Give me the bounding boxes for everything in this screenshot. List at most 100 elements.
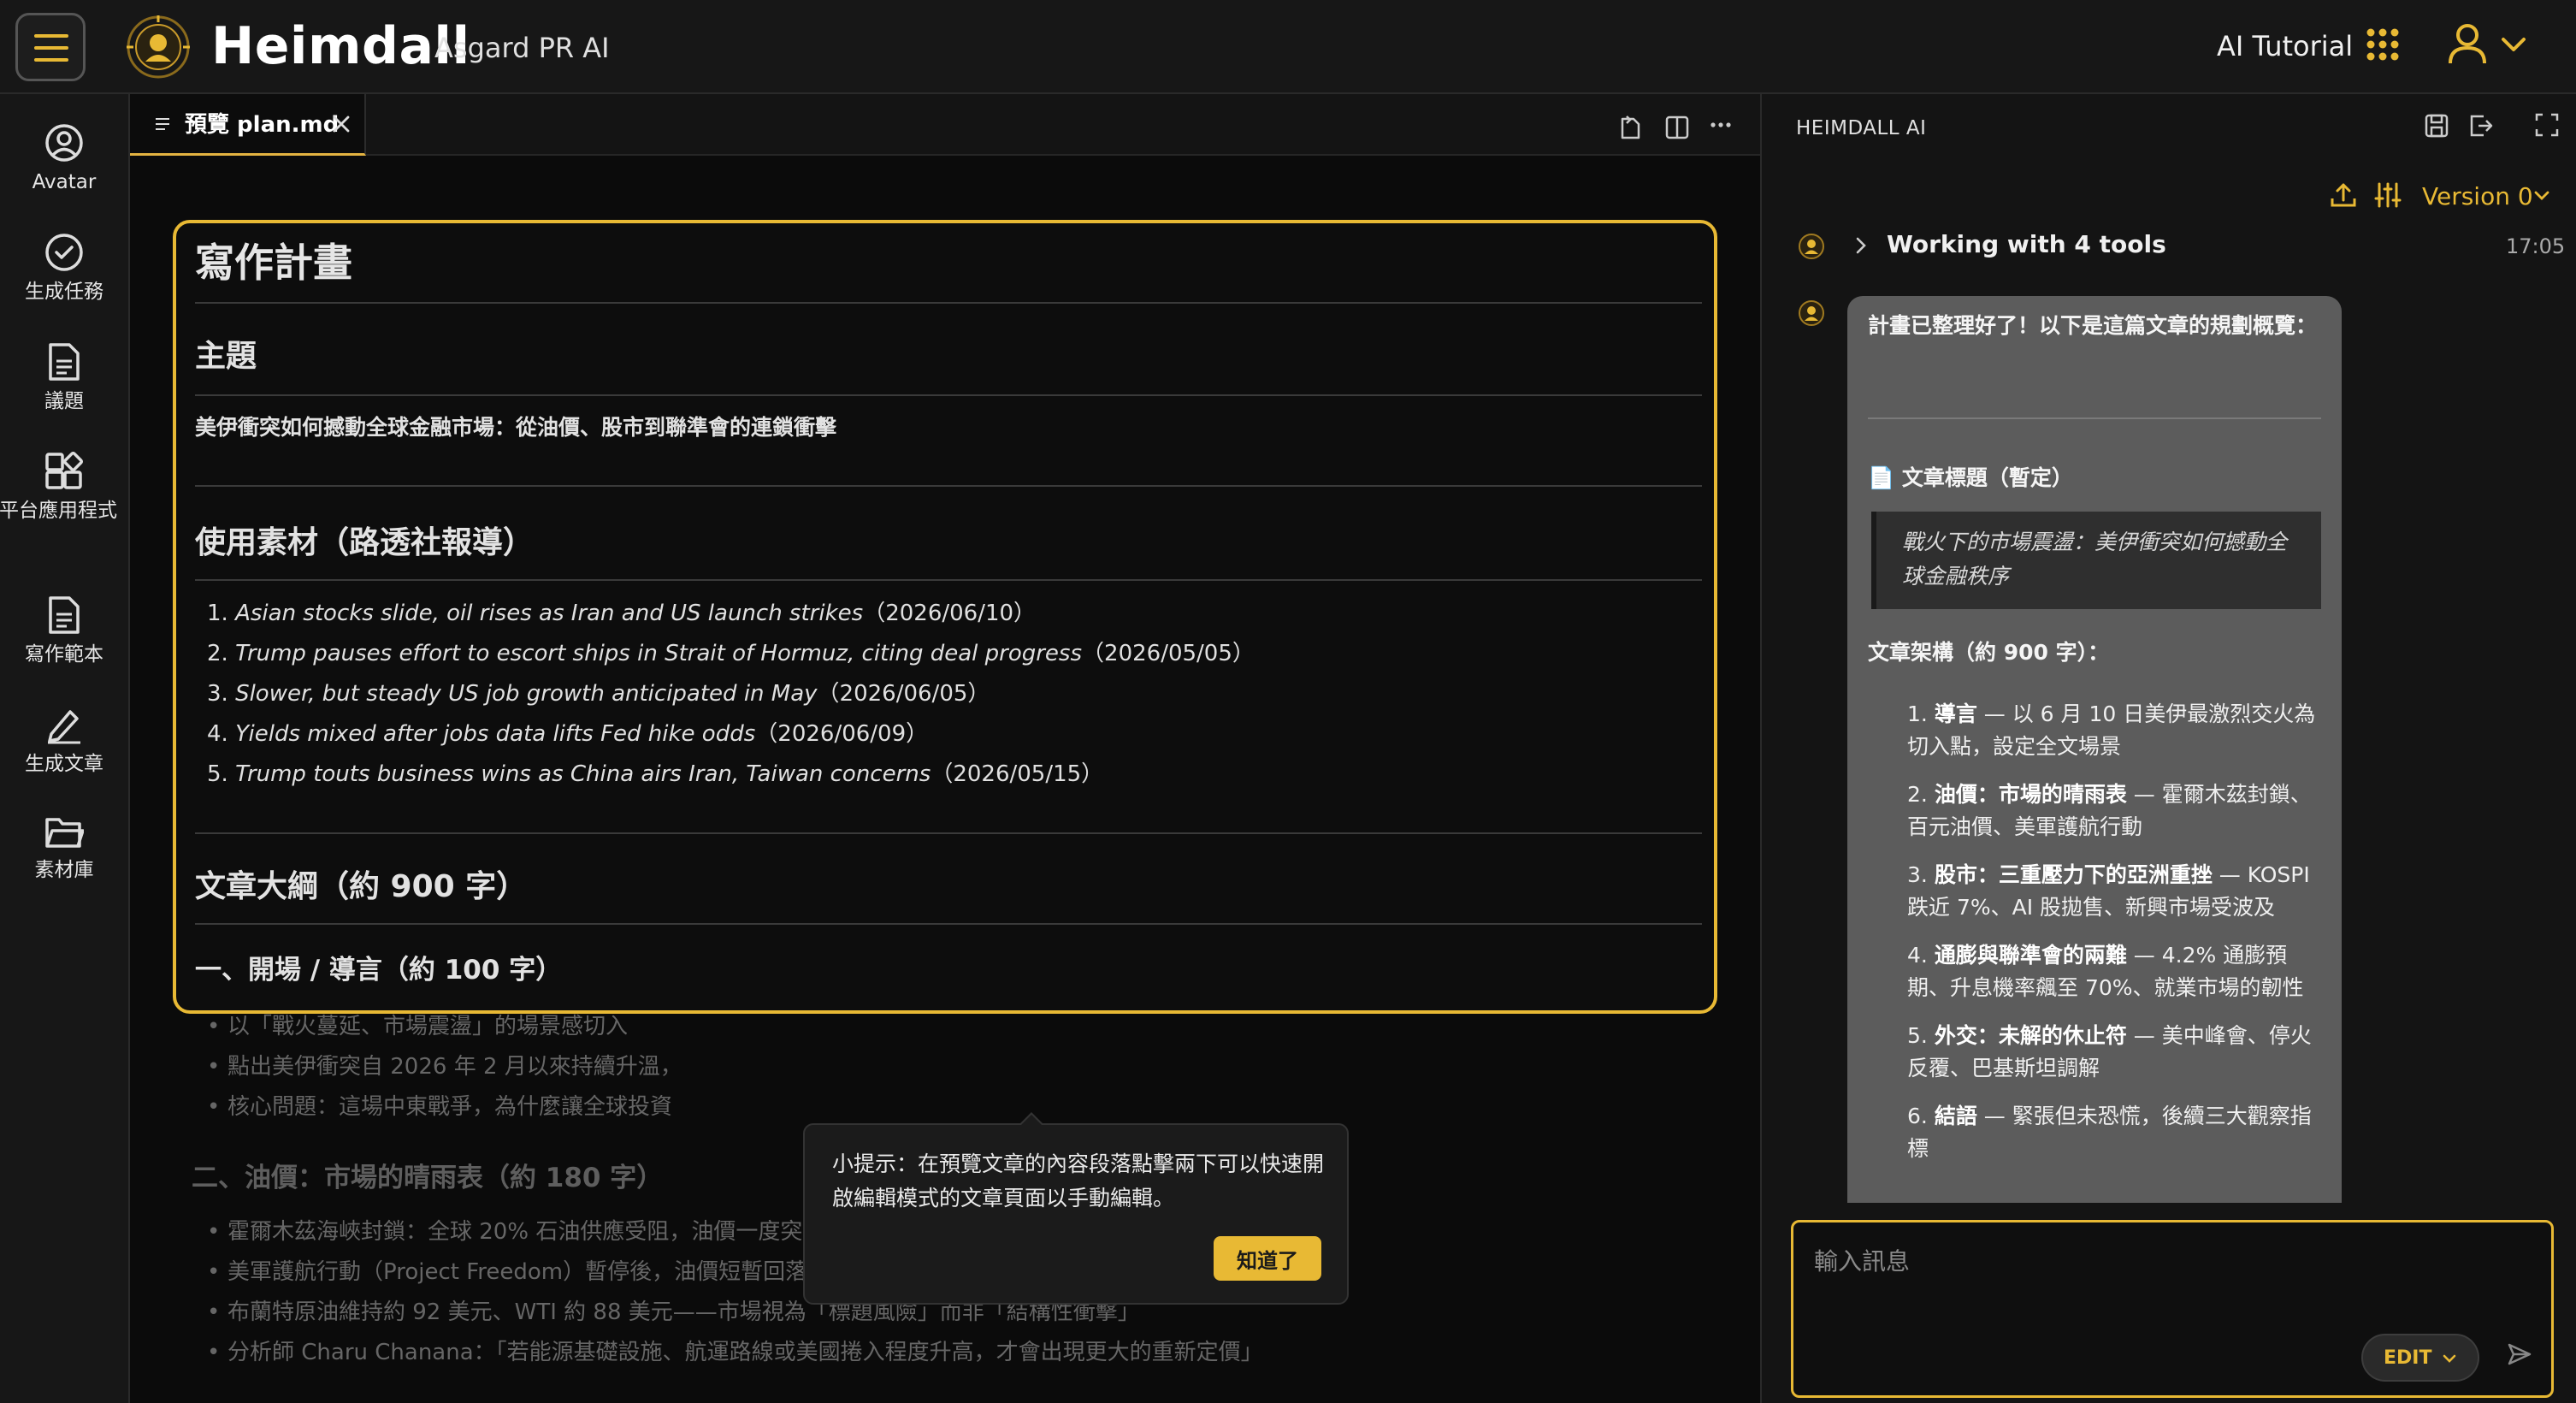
section1-heading: 一、開場 / 導言（約 100 字） [195,955,563,986]
menu-button[interactable] [15,13,86,81]
top-header: Heimdall Asgard PR AI AI Tutorial [0,0,2576,94]
sidebar-item-label: 生成文章 [25,753,103,775]
more-icon[interactable] [1710,121,1731,128]
sidebar-item-label: Avatar [32,171,97,193]
divider [195,832,1702,834]
apps-add-icon [45,452,84,489]
lines-icon [156,118,169,130]
save-icon[interactable] [2424,113,2449,139]
left-sidebar: Avatar 生成任務 議題 平台應用程式 寫作範本 生成文章 素材庫 [0,94,130,1403]
message-intro: 計畫已整理好了！以下是這篇文章的規劃概覽： [1868,313,2318,338]
apps-grid-icon[interactable] [2366,27,2400,62]
structure-label: 文章架構（約 900 字）： [1868,640,2110,665]
editor-area: 預覽 plan.md 寫作計畫 主題 美伊衝突如何撼動全球金融市場：從油價、股市… [130,94,1760,1403]
ai-panel-title: HEIMDALL AI [1796,117,1927,139]
source-item: 3. Slower, but steady US job growth anti… [207,681,990,707]
sidebar-item-platform-apps[interactable]: 平台應用程式 [0,452,128,524]
avatar-icon [45,124,83,162]
menu-icon [34,34,68,62]
message-timestamp: 17:05 [2506,234,2566,258]
divider [195,579,1702,581]
ai-message-bubble: 計畫已整理好了！以下是這篇文章的規劃概覽： 📄 文章標題（暫定） 戰火下的市場震… [1847,296,2342,1203]
sidebar-item-materials[interactable]: 素材庫 [0,814,128,883]
tab-preview-plan[interactable]: 預覽 plan.md [130,94,366,156]
folder-icon [45,818,84,848]
open-file-icon[interactable] [1618,115,1642,140]
brand-subtitle: Asgard PR AI [434,32,610,64]
topic-heading: 主題 [195,339,257,374]
article-title-label: 📄 文章標題（暫定） [1868,465,2073,490]
chevron-down-icon[interactable] [2501,36,2526,53]
document-preview-highlight[interactable]: 寫作計畫 主題 美伊衝突如何撼動全球金融市場：從油價、股市到聯準會的連鎖衝擊 使… [173,220,1717,1014]
list-item: 4. 通膨與聯準會的兩難 — 4.2% 通膨預期、升息機率飆至 70%、就業市場… [1907,943,2304,1000]
user-icon[interactable] [2448,22,2487,65]
sidebar-item-label: 寫作範本 [25,643,103,666]
list-item: 1. 導言 — 以 6 月 10 日美伊最激烈交火為切入點，設定全文場景 [1907,702,2316,759]
chevron-right-icon[interactable] [1854,236,1868,255]
chevron-down-icon [2443,1354,2456,1363]
source-item: 1. Asian stocks slide, oil rises as Iran… [207,601,1037,626]
check-circle-icon [45,234,83,271]
sidebar-item-label: 素材庫 [34,859,94,881]
settings-sliders-icon[interactable] [2374,181,2402,209]
tip-text: 小提示：在預覽文章的內容段落點擊兩下可以快速開啟編輯模式的文章頁面以手動編輯。 [832,1151,1325,1211]
list-item: 3. 股市：三重壓力下的亞洲重挫 — KOSPI 跌近 7%、AI 股拋售、新興… [1907,862,2310,920]
sidebar-item-label: 平台應用程式 [0,500,117,522]
mode-label: EDIT [2384,1347,2432,1369]
source-item: 2. Trump pauses effort to escort ships i… [207,641,1255,666]
sidebar-item-label: 議題 [44,390,84,412]
tip-popover: 小提示：在預覽文章的內容段落點擊兩下可以快速開啟編輯模式的文章頁面以手動編輯。 … [803,1123,1349,1305]
export-icon[interactable] [2468,113,2494,139]
sidebar-item-generate-article[interactable]: 生成文章 [0,705,128,777]
bot-avatar-icon [1799,234,1824,259]
send-icon[interactable] [2507,1342,2532,1366]
divider [195,302,1702,304]
divider [195,923,1702,925]
pen-icon [48,710,80,744]
heimdall-logo-icon[interactable] [125,14,192,80]
sidebar-item-topics[interactable]: 議題 [0,342,128,414]
doc-title: 寫作計畫 [195,240,352,286]
sources-heading: 使用素材（路透社報導） [195,525,535,560]
brand-name: Heimdall [211,16,470,76]
sidebar-item-avatar[interactable]: Avatar [0,123,128,195]
article-title-quote: 戰火下的市場震盪：美伊衝突如何撼動全球金融秩序 [1871,512,2321,609]
got-it-button[interactable]: 知道了 [1214,1236,1321,1281]
list-item: 5. 外交：未解的休止符 — 美中峰會、停火反覆、巴基斯坦調解 [1907,1023,2312,1080]
tooltip-caret-fill [1021,1115,1042,1125]
source-item: 4. Yields mixed after jobs data lifts Fe… [207,721,929,747]
bot-avatar-icon [1799,300,1824,326]
close-icon[interactable] [332,115,351,133]
list-item: 6. 結語 — 緊張但未恐慌，後續三大觀察指標 [1907,1104,2312,1161]
section2-heading: 二、油價：市場的晴雨表（約 180 字） [192,1163,664,1193]
tool-status[interactable]: Working with 4 tools [1887,228,2166,262]
mode-select-button[interactable]: EDIT [2361,1334,2479,1382]
message-composer: EDIT [1791,1220,2554,1398]
topic-text: 美伊衝突如何撼動全球金融市場：從油價、股市到聯準會的連鎖衝擊 [195,415,837,440]
sidebar-item-templates[interactable]: 寫作範本 [0,595,128,667]
ai-panel: HEIMDALL AI Version 0 Working with 4 too… [1760,94,2576,1403]
source-item: 5. Trump touts business wins as China ai… [207,761,1104,787]
sidebar-item-label: 生成任務 [25,281,103,303]
divider [195,394,1702,396]
outline-heading: 文章大綱（約 900 字） [195,869,528,904]
sidebar-item-tasks[interactable]: 生成任務 [0,233,128,305]
document-icon [49,343,80,381]
version-select[interactable]: Version 0 [2422,180,2533,214]
split-view-icon[interactable] [1664,115,1690,140]
expand-icon[interactable] [2535,113,2559,137]
list-item: 2. 油價：市場的晴雨表 — 霍爾木茲封鎖、百元油價、美軍護航行動 [1907,782,2312,839]
tab-bar: 預覽 plan.md [130,94,1760,156]
upload-icon[interactable] [2330,181,2357,209]
list-item: 核心問題：這場中東戰爭，為什麼讓全球投資 [207,1092,672,1122]
chevron-down-icon[interactable] [2533,190,2550,202]
divider [195,485,1702,487]
list-item: 點出美伊衝突自 2026 年 2 月以來持續升溫， [207,1051,682,1082]
divider [1868,417,2321,419]
ai-tutorial-link[interactable]: AI Tutorial [2217,27,2353,65]
template-icon [49,596,80,634]
message-input[interactable] [1814,1240,2532,1282]
tab-label: 預覽 plan.md [185,112,340,138]
list-item: 分析師 Charu Chanana：「若能源基礎設施、航運路線或美國捲入程度升高… [207,1337,1263,1368]
list-item: 以「戰火蔓延、市場震盪」的場景感切入 [207,1011,628,1042]
